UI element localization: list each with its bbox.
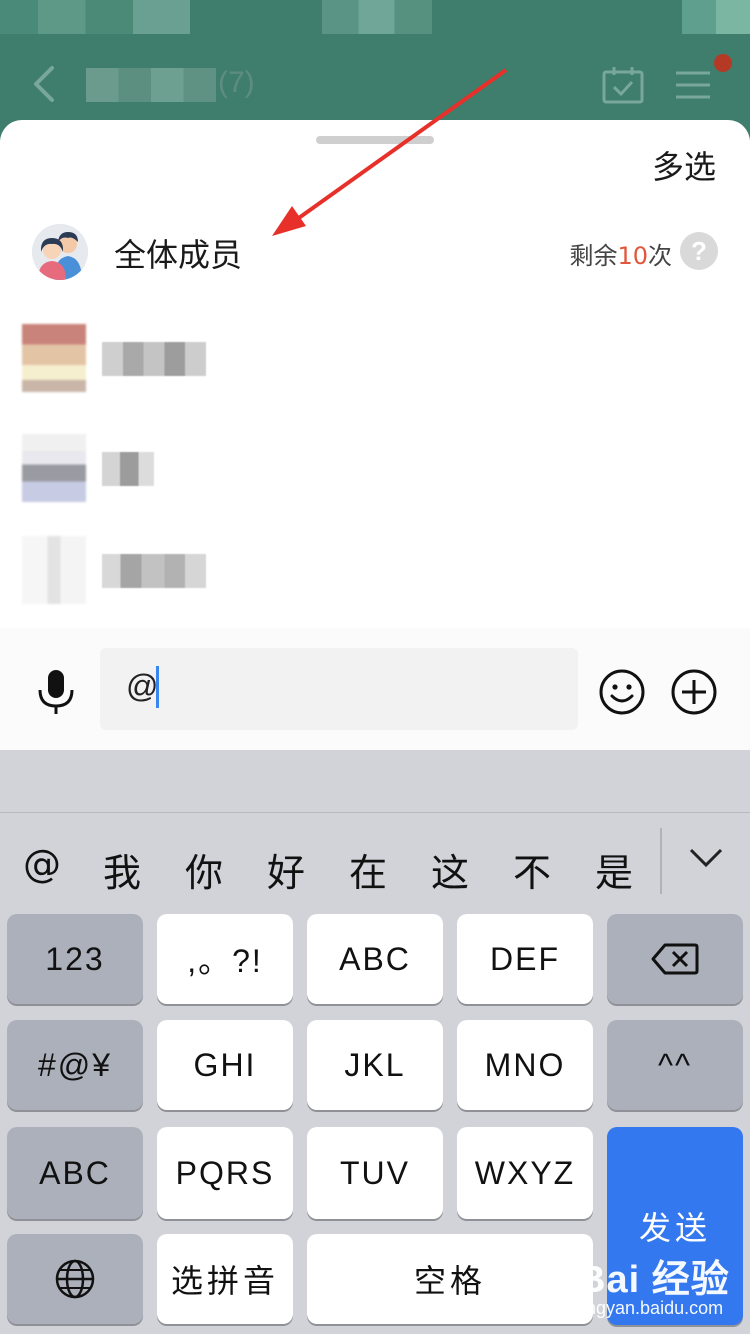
key-wxyz[interactable]: WXYZ — [457, 1127, 593, 1219]
keyboard-divider — [0, 812, 750, 813]
key-pqrs[interactable]: PQRS — [157, 1127, 293, 1219]
member-avatar-blurred — [22, 536, 86, 604]
member-name-blurred — [102, 342, 206, 376]
member-row[interactable] — [0, 434, 750, 524]
member-row[interactable] — [0, 324, 750, 414]
candidate-item[interactable]: 好 — [256, 842, 316, 897]
message-input-value: @ — [126, 668, 159, 704]
candidate-item[interactable]: 这 — [420, 842, 480, 897]
plus-icon[interactable] — [670, 668, 718, 716]
key-mno[interactable]: MNO — [457, 1020, 593, 1110]
key-abc[interactable]: ABC — [307, 914, 443, 1004]
key-123[interactable]: 123 — [7, 914, 143, 1004]
candidate-divider — [660, 828, 662, 894]
key-ghi[interactable]: GHI — [157, 1020, 293, 1110]
notification-dot — [714, 54, 732, 72]
member-row[interactable] — [0, 536, 750, 626]
drag-handle[interactable] — [316, 136, 434, 144]
key-abc-switch[interactable]: ABC — [7, 1127, 143, 1219]
candidate-item[interactable]: 你 — [174, 842, 234, 897]
member-name-blurred — [102, 554, 206, 588]
candidate-item[interactable]: 不 — [502, 842, 562, 897]
message-input[interactable]: @ — [100, 648, 578, 730]
back-arrow-icon[interactable] — [28, 64, 60, 104]
emoji-icon[interactable] — [598, 668, 646, 716]
chevron-down-icon[interactable] — [688, 846, 724, 870]
key-tuv[interactable]: TUV — [307, 1127, 443, 1219]
all-members-row[interactable]: 全体成员 剩余10次 ? — [0, 220, 750, 290]
message-input-bar: @ — [0, 628, 750, 750]
backspace-key[interactable] — [607, 914, 743, 1004]
microphone-icon[interactable] — [36, 668, 76, 716]
candidate-item[interactable]: @ — [12, 842, 72, 886]
remaining-count: 剩余10次 — [569, 242, 672, 270]
chat-header: (7) — [0, 0, 750, 140]
globe-key[interactable] — [7, 1234, 143, 1324]
chat-title-blurred — [86, 68, 216, 102]
all-members-label: 全体成员 — [114, 236, 243, 274]
member-name-blurred — [102, 452, 154, 486]
key-def[interactable]: DEF — [457, 914, 593, 1004]
status-bar-blurred-center — [322, 0, 432, 34]
member-avatar-blurred — [22, 324, 86, 392]
status-bar-blurred-right — [682, 0, 750, 34]
baidu-jingyan-watermark: Bai 经验 jingyan.baidu.com — [578, 1259, 730, 1318]
help-icon[interactable]: ? — [680, 232, 718, 270]
key-jkl[interactable]: JKL — [307, 1020, 443, 1110]
text-caret — [156, 666, 159, 708]
candidate-item[interactable]: 在 — [338, 842, 398, 897]
candidate-item[interactable]: 我 — [92, 842, 152, 897]
menu-icon[interactable] — [676, 70, 710, 100]
multi-select-button[interactable]: 多选 — [652, 142, 716, 188]
space-key[interactable]: 空格 — [307, 1234, 593, 1324]
key-symbols[interactable]: #@¥ — [7, 1020, 143, 1110]
keyboard: @ 我 你 好 在 这 不 是 123 ,。?! ABC DEF #@¥ GHI… — [0, 750, 750, 1334]
calendar-check-icon[interactable] — [602, 66, 644, 104]
backspace-icon — [651, 943, 699, 975]
member-avatar-blurred — [22, 434, 86, 502]
group-avatar-icon — [32, 224, 88, 280]
member-count: (7) — [218, 66, 255, 99]
candidate-bar: @ 我 你 好 在 这 不 是 — [0, 828, 750, 910]
key-punctuation[interactable]: ,。?! — [157, 914, 293, 1004]
key-emoticon[interactable]: ^^ — [607, 1020, 743, 1110]
status-bar-blurred — [0, 0, 190, 34]
key-pinyin[interactable]: 选拼音 — [157, 1234, 293, 1324]
candidate-item[interactable]: 是 — [584, 842, 644, 897]
globe-icon — [55, 1259, 95, 1299]
